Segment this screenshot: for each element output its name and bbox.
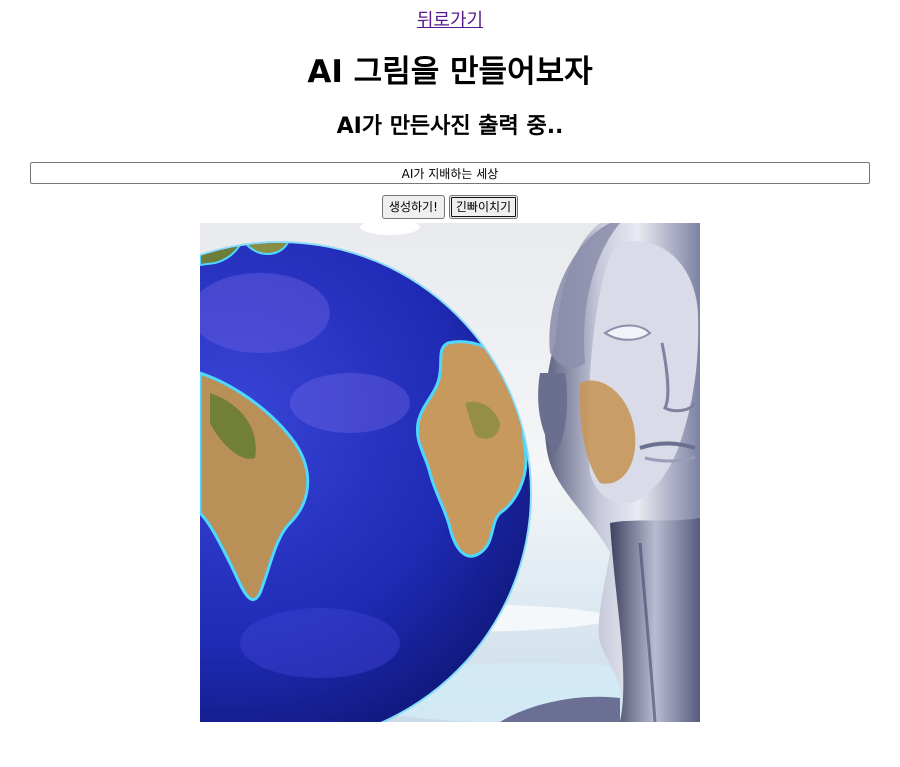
prompt-input[interactable] <box>30 162 870 184</box>
status-subtitle: AI가 만든사진 출력 중.. <box>336 114 564 139</box>
page: 뒤로가기 AI 그림을 만들어보자 AI가 만든사진 출력 중.. 생성하기! … <box>0 0 900 722</box>
page-title: AI 그림을 만들어보자 <box>307 54 593 90</box>
generated-image <box>200 223 700 722</box>
joke-button[interactable]: 긴빠이치기 <box>448 195 519 219</box>
back-link[interactable]: 뒤로가기 <box>417 6 483 32</box>
generate-button[interactable]: 생성하기! <box>381 195 445 219</box>
ai-generated-image <box>200 223 700 722</box>
button-row: 생성하기! 긴빠이치기 <box>0 195 900 219</box>
